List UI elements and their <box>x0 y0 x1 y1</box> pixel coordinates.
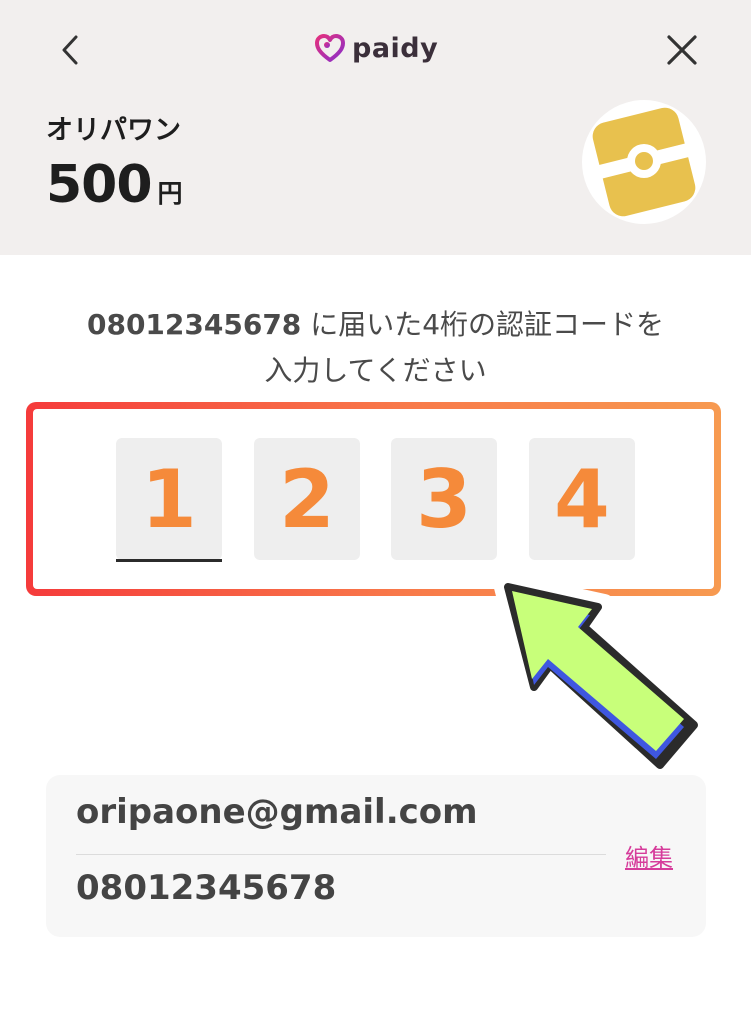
merchant-logo-icon <box>591 107 696 217</box>
pointer-arrow-icon <box>493 575 710 780</box>
account-email: oripaone@gmail.com <box>76 792 478 832</box>
card-divider <box>76 854 606 855</box>
instruction-line-2: 入力してください <box>264 354 487 387</box>
edit-link[interactable]: 編集 <box>625 838 673 873</box>
target-phone-number: 08012345678 <box>86 308 302 341</box>
currency-unit: 円 <box>157 179 183 208</box>
back-button[interactable] <box>50 28 90 72</box>
brand-name: paidy <box>352 32 439 64</box>
paidy-heart-icon <box>315 34 345 62</box>
chevron-left-icon <box>62 35 78 65</box>
paidy-logo: paidy <box>314 28 438 68</box>
amount-value: 500 <box>46 155 153 215</box>
close-button[interactable] <box>660 28 704 72</box>
code-digit-1[interactable]: 1 <box>116 438 222 562</box>
checkout-header: paidy オリパワン 500 円 <box>0 0 751 255</box>
merchant-name: オリパワン <box>46 115 181 146</box>
verification-instruction: 08012345678 に届いた4桁の認証コードを 入力してください <box>0 302 751 394</box>
code-digit-2[interactable]: 2 <box>254 438 360 560</box>
merchant-logo <box>582 100 706 224</box>
code-digit-4[interactable]: 4 <box>529 438 635 560</box>
close-icon <box>667 35 697 65</box>
code-digit-3[interactable]: 3 <box>391 438 497 560</box>
order-amount: 500 円 <box>46 155 183 215</box>
instruction-line-1: 08012345678 に届いた4桁の認証コードを <box>0 302 751 348</box>
instruction-text: に届いた4桁の認証コードを <box>301 308 665 341</box>
account-phone: 08012345678 <box>76 868 337 908</box>
